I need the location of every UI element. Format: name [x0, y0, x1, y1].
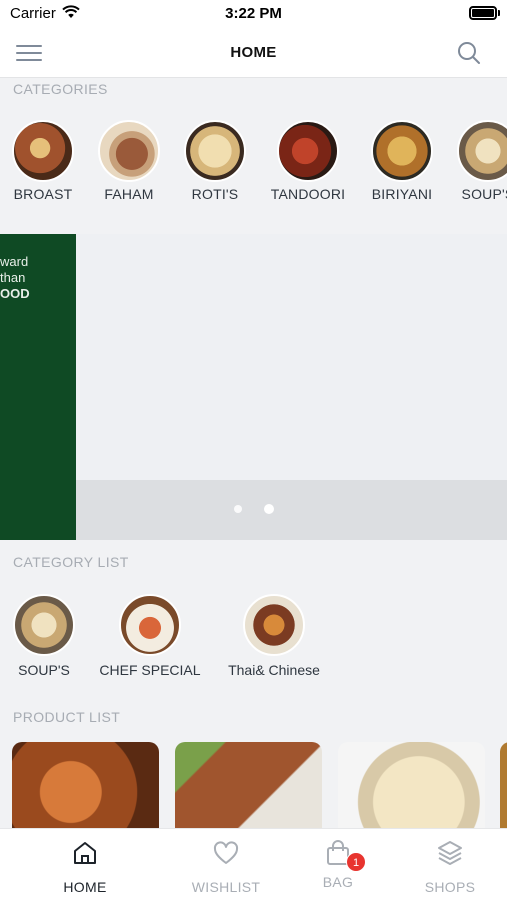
category-label: BIRIYANI [371, 186, 433, 202]
banner-text-line: ward [0, 254, 29, 269]
category-item-soups[interactable]: SOUP'S [443, 120, 507, 202]
bottom-tab-bar: HOME WISHLIST 1 BAG SHOPS [0, 828, 507, 900]
search-icon[interactable] [457, 41, 481, 65]
category-list: SOUP'S CHEF SPECIAL Thai& Chinese [0, 594, 507, 684]
product-card[interactable] [338, 742, 485, 828]
category-thumbnail [12, 120, 74, 182]
category-thumbnail [119, 594, 181, 656]
bag-icon-wrapper: 1 [324, 839, 366, 872]
category-item-faham[interactable]: FAHAM [84, 120, 174, 202]
app-header: HOME [0, 28, 507, 78]
tab-label: SHOPS [424, 879, 476, 895]
promo-banner[interactable]: ward than OOD [0, 234, 507, 540]
tab-shops[interactable]: SHOPS [400, 839, 500, 895]
categories-heading: CATEGORIES [13, 81, 108, 97]
pagination-dot[interactable] [234, 505, 242, 513]
category-item-biriyani[interactable]: BIRIYANI [357, 120, 447, 202]
bag-count-badge: 1 [346, 852, 366, 872]
status-bar: Carrier 3:22 PM [0, 0, 507, 28]
banner-text-line: than [0, 270, 26, 285]
category-label: SOUP'S [18, 662, 70, 678]
pagination-bar [76, 480, 507, 540]
category-thumbnail [184, 120, 246, 182]
category-label: SOUP'S [461, 186, 507, 202]
category-item-tandoori[interactable]: TANDOORI [263, 120, 353, 202]
category-thumbnail [371, 120, 433, 182]
category-list-heading: CATEGORY LIST [13, 554, 129, 570]
category-item-rotis[interactable]: ROTI'S [170, 120, 260, 202]
tab-wishlist[interactable]: WISHLIST [176, 839, 276, 895]
category-thumbnail [457, 120, 507, 182]
home-icon [74, 842, 96, 864]
category-thumbnail [277, 120, 339, 182]
product-card[interactable] [500, 742, 507, 828]
category-thumbnail [243, 594, 305, 656]
category-label: CHEF SPECIAL [99, 662, 201, 678]
category-thumbnail [98, 120, 160, 182]
tab-bag[interactable]: 1 BAG [288, 839, 388, 890]
battery-icon [469, 6, 497, 20]
product-list[interactable] [0, 742, 507, 828]
banner-text-line: OOD [0, 286, 30, 301]
clock: 3:22 PM [225, 5, 282, 22]
product-card[interactable] [175, 742, 322, 828]
category-thumbnail [13, 594, 75, 656]
category-list-item-thai-chinese[interactable]: Thai& Chinese [222, 594, 326, 678]
page-title: HOME [230, 44, 277, 61]
pagination-dot-active[interactable] [264, 504, 274, 514]
tab-home[interactable]: HOME [35, 839, 135, 895]
layers-icon [438, 841, 462, 865]
category-label: TANDOORI [270, 186, 346, 202]
category-label: FAHAM [104, 186, 154, 202]
category-label: BROAST [13, 186, 73, 202]
product-list-heading: PRODUCT LIST [13, 709, 121, 725]
banner-slide: ward than OOD [0, 234, 76, 540]
tab-label: BAG [322, 874, 354, 890]
tab-label: WISHLIST [191, 879, 261, 895]
category-list-item-chef-special[interactable]: CHEF SPECIAL [94, 594, 206, 678]
categories-carousel[interactable]: BROAST FAHAM ROTI'S TANDOORI BIRIYANI SO… [0, 120, 507, 210]
tab-label: HOME [63, 879, 107, 895]
category-label: Thai& Chinese [228, 662, 320, 678]
category-list-item-soups[interactable]: SOUP'S [13, 594, 75, 678]
heart-icon [213, 841, 239, 864]
category-item-broast[interactable]: BROAST [0, 120, 88, 202]
category-label: ROTI'S [191, 186, 239, 202]
battery-tip [498, 10, 500, 16]
product-card[interactable] [12, 742, 159, 828]
